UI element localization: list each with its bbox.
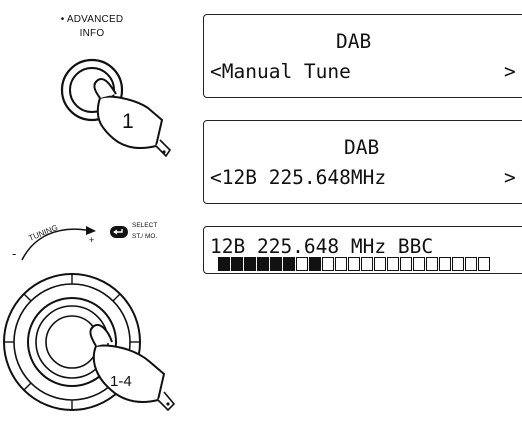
step-number: 1 <box>122 110 134 133</box>
info-button[interactable]: 1 <box>40 50 180 170</box>
signal-segment <box>478 257 490 271</box>
display-arrow-right: > <box>504 60 516 83</box>
advanced-info-label: • ADVANCED INFO <box>52 14 132 39</box>
stereo-mono-label: ST./ MO. <box>132 233 157 240</box>
select-enter-icon <box>110 226 128 238</box>
signal-segment <box>361 257 373 271</box>
signal-segment <box>270 257 282 271</box>
tuning-label: TUNING <box>27 223 59 243</box>
lcd-display-manual-tune: DAB <Manual Tune > <box>203 14 522 98</box>
display-line-1: DAB <box>336 30 372 53</box>
display-line-2: <12B 225.648MHz <box>210 166 387 189</box>
display-line-2: <Manual Tune <box>210 60 351 83</box>
plus-sign: + <box>89 235 94 245</box>
signal-segment <box>218 257 230 271</box>
signal-segment <box>387 257 399 271</box>
signal-segment <box>244 257 256 271</box>
step-number: 1-4 <box>110 373 132 390</box>
display-line-1: DAB <box>344 136 380 159</box>
signal-segment <box>452 257 464 271</box>
signal-segment <box>465 257 477 271</box>
signal-segment <box>283 257 295 271</box>
display-arrow-right: > <box>504 166 516 189</box>
signal-strength-meter <box>218 257 491 271</box>
signal-segment <box>296 257 308 271</box>
signal-segment <box>257 257 269 271</box>
signal-segment <box>439 257 451 271</box>
tuning-control[interactable]: TUNING - + SELECT ST./ MO. 1-4 <box>0 196 200 416</box>
signal-segment <box>309 257 321 271</box>
info-label: INFO <box>79 28 105 39</box>
lcd-display-signal: 12B 225.648 MHz BBC <box>203 226 522 274</box>
signal-segment <box>322 257 334 271</box>
signal-segment <box>348 257 360 271</box>
advanced-label: • ADVANCED <box>60 14 124 25</box>
signal-segment <box>400 257 412 271</box>
signal-segment <box>374 257 386 271</box>
signal-segment <box>335 257 347 271</box>
display-line-1: 12B 225.648 MHz BBC <box>210 235 434 258</box>
minus-sign: - <box>12 246 16 261</box>
signal-segment <box>413 257 425 271</box>
signal-segment <box>231 257 243 271</box>
select-label: SELECT <box>132 222 157 229</box>
signal-segment <box>426 257 438 271</box>
lcd-display-frequency: DAB <12B 225.648MHz > <box>203 120 522 204</box>
